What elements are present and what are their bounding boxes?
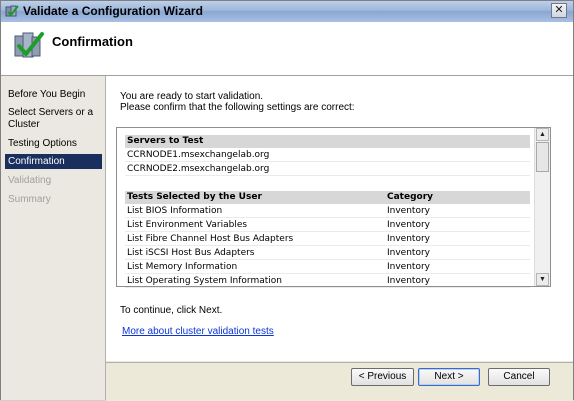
scroll-thumb[interactable]	[536, 142, 549, 172]
close-icon: ✕	[554, 4, 564, 16]
more-info-link[interactable]: More about cluster validation tests	[122, 326, 274, 337]
nav-step-before-you-begin[interactable]: Before You Begin	[5, 89, 102, 101]
tests-header: Tests Selected by the User Category	[125, 191, 530, 204]
close-button[interactable]: ✕	[551, 3, 567, 18]
cluster-wizard-icon	[5, 5, 19, 17]
vertical-scrollbar[interactable]: ▲ ▼	[534, 128, 550, 286]
nav-step-confirmation[interactable]: Confirmation	[5, 154, 102, 169]
nav-step-select-servers[interactable]: Select Servers or a Cluster	[5, 107, 102, 131]
intro-text: You are ready to start validation. Pleas…	[120, 91, 355, 113]
test-name: List iSCSI Host Bus Adapters	[127, 248, 255, 258]
cancel-button[interactable]: Cancel	[488, 368, 550, 386]
nav-step-testing-options[interactable]: Testing Options	[5, 138, 102, 150]
test-row: List Environment Variables Inventory	[125, 219, 530, 232]
tests-header-label: Tests Selected by the User	[127, 192, 262, 202]
title-bar[interactable]: Validate a Configuration Wizard ✕	[1, 1, 573, 23]
test-category: Inventory	[387, 206, 430, 216]
test-row: List Memory Information Inventory	[125, 261, 530, 274]
validate-checkmark-icon	[14, 32, 44, 58]
settings-listbox[interactable]: Servers to Test CCRNODE1.msexchangelab.o…	[116, 127, 551, 288]
window-title: Validate a Configuration Wizard	[23, 4, 203, 18]
scroll-down-arrow-icon[interactable]: ▼	[536, 273, 549, 286]
test-name: List Operating System Information	[127, 276, 282, 286]
test-category: Inventory	[387, 220, 430, 230]
test-category: Inventory	[387, 262, 430, 272]
continue-instruction: To continue, click Next.	[120, 305, 223, 316]
nav-step-summary: Summary	[8, 194, 51, 205]
test-name: List Memory Information	[127, 262, 238, 272]
test-name: List Environment Variables	[127, 220, 248, 230]
wizard-steps-nav: Before You Begin Select Servers or a Clu…	[1, 76, 106, 400]
intro-line-2: Please confirm that the following settin…	[120, 102, 355, 113]
scroll-up-arrow-icon[interactable]: ▲	[536, 128, 549, 141]
server-row: CCRNODE1.msexchangelab.org	[125, 149, 530, 162]
test-name: List Fibre Channel Host Bus Adapters	[127, 234, 294, 244]
wizard-header: Confirmation	[1, 22, 573, 76]
category-header-label: Category	[387, 192, 434, 202]
test-category: Inventory	[387, 234, 430, 244]
test-row: List Operating System Information Invent…	[125, 275, 530, 288]
servers-header: Servers to Test	[125, 135, 530, 148]
server-row: CCRNODE2.msexchangelab.org	[125, 163, 530, 176]
test-row: List BIOS Information Inventory	[125, 205, 530, 218]
wizard-window: Validate a Configuration Wizard ✕ Confir…	[0, 0, 574, 401]
test-row: List iSCSI Host Bus Adapters Inventory	[125, 247, 530, 260]
test-category: Inventory	[387, 248, 430, 258]
intro-line-1: You are ready to start validation.	[120, 91, 264, 102]
test-category: Inventory	[387, 276, 430, 286]
page-title: Confirmation	[52, 34, 133, 49]
main-content: You are ready to start validation. Pleas…	[106, 76, 573, 361]
next-button[interactable]: Next >	[418, 368, 480, 386]
wizard-footer: < Previous Next > Cancel	[106, 362, 573, 401]
test-name: List BIOS Information	[127, 206, 223, 216]
test-row: List Fibre Channel Host Bus Adapters Inv…	[125, 233, 530, 246]
previous-button[interactable]: < Previous	[351, 368, 414, 386]
nav-step-validating: Validating	[8, 175, 52, 186]
